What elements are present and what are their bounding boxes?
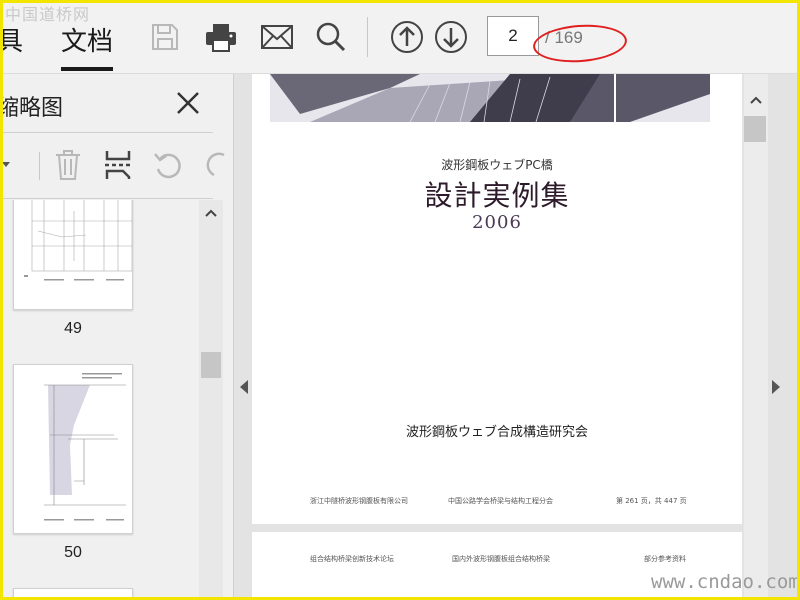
rotate-right-icon (206, 152, 225, 177)
thumbnail-preview (44, 373, 126, 521)
next-page-arrow-icon[interactable] (770, 379, 782, 395)
search-icon (316, 22, 346, 52)
document-scrollbar[interactable] (744, 74, 768, 597)
previous-page-arrow-icon[interactable] (238, 379, 250, 395)
print-button[interactable] (203, 19, 239, 55)
extract-page-button[interactable] (101, 148, 135, 182)
rotate-right-button[interactable] (199, 148, 233, 182)
document-year: 2006 (472, 212, 522, 233)
email-button[interactable] (259, 19, 295, 55)
footer-left: 组合结构桥梁创新技术论坛 (310, 555, 394, 563)
panel-title: 缩略图 (0, 96, 64, 121)
arrow-up-circle-icon (391, 21, 423, 53)
dropdown-icon (3, 162, 10, 167)
document-organization: 波形鋼板ウェブ合成構造研究会 (405, 425, 588, 440)
app-window: 中国道桥网 具 文档 (0, 0, 800, 600)
footer-left: 浙江中隧桥波形钢腹板有限公司 (310, 497, 408, 505)
top-toolbar: 中国道桥网 具 文档 (3, 3, 797, 74)
chevron-up-icon[interactable] (749, 94, 763, 106)
tab-document[interactable]: 文档 (61, 21, 113, 58)
print-icon (206, 24, 236, 52)
footer-right: 第 261 页，共 447 页 (616, 497, 687, 505)
thumbnail-list: 49 50 (3, 200, 197, 597)
rotate-left-button[interactable] (151, 148, 185, 182)
footer-center: 国内外波形钢腹板组合结构桥梁 (452, 555, 550, 563)
delete-icon (56, 150, 80, 180)
divider (3, 198, 213, 199)
extract-icon (105, 151, 131, 179)
close-panel-button[interactable] (173, 88, 203, 118)
scrollbar-thumb[interactable] (744, 116, 766, 142)
scrollbar-thumb[interactable] (201, 352, 221, 378)
toolbar-separator (39, 152, 40, 180)
document-title: 設計実例集 (424, 179, 570, 212)
previous-page-button[interactable] (389, 19, 425, 55)
thumbnail-page-51[interactable] (13, 588, 133, 597)
rotate-icon (154, 153, 181, 179)
thumbnail-page-number: 49 (64, 320, 82, 337)
footer-right: 部分参考资料 (644, 555, 686, 563)
thumbnail-panel: 缩略图 49 50 (3, 74, 234, 597)
thumbnail-page-50[interactable] (13, 364, 133, 534)
close-icon (177, 92, 199, 114)
cover-photo (270, 74, 710, 122)
thumbnail-toolbar (3, 136, 225, 194)
mail-icon (261, 25, 293, 49)
options-dropdown-button[interactable] (3, 148, 23, 182)
active-tab-indicator (61, 67, 113, 71)
document-page: 波形鋼板ウェブPC橋 設計実例集 2006 波形鋼板ウェブ合成構造研究会 浙江中… (252, 74, 742, 524)
delete-page-button[interactable] (51, 148, 85, 182)
footer-center: 中国公路学会桥梁与结构工程分会 (448, 497, 553, 505)
thumbnail-page-49[interactable] (13, 200, 133, 310)
save-icon (152, 24, 178, 50)
watermark-bottom: www.cndao.com (651, 571, 800, 593)
thumbnail-scrollbar[interactable] (199, 200, 223, 597)
chevron-up-icon[interactable] (203, 206, 219, 220)
save-button[interactable] (147, 19, 183, 55)
tab-tools[interactable]: 具 (3, 21, 23, 58)
toolbar-separator (367, 17, 368, 57)
search-button[interactable] (313, 19, 349, 55)
document-subtitle: 波形鋼板ウェブPC橋 (441, 158, 553, 172)
thumbnail-preview (24, 200, 133, 281)
document-viewer: 波形鋼板ウェブPC橋 設計実例集 2006 波形鋼板ウェブ合成構造研究会 浙江中… (234, 74, 797, 597)
divider (3, 132, 213, 133)
thumbnail-page-number: 50 (64, 544, 82, 561)
arrow-down-circle-icon (435, 21, 467, 53)
page-number-input[interactable]: 2 (487, 16, 539, 56)
next-page-button[interactable] (433, 19, 469, 55)
